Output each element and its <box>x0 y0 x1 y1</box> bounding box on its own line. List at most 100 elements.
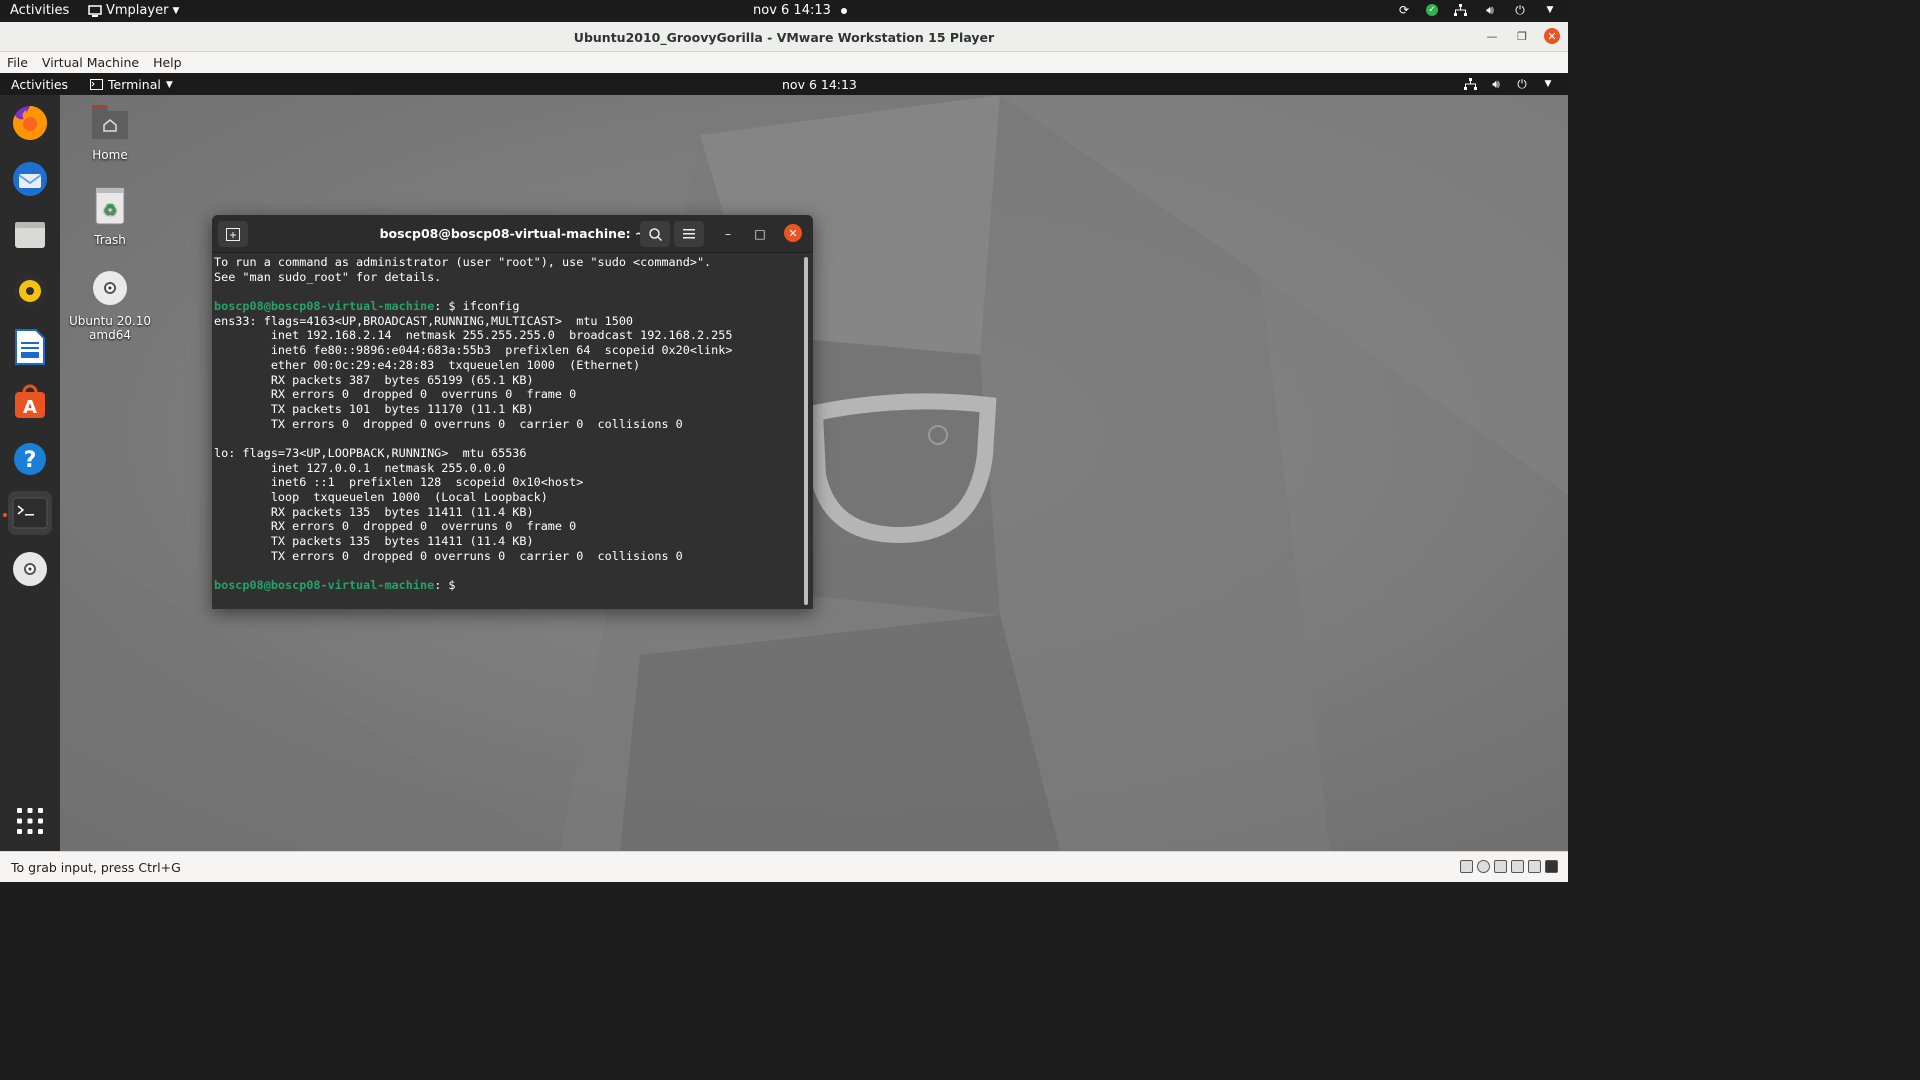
guest-app-menu[interactable]: Terminal ▼ <box>90 77 173 92</box>
maximize-button[interactable]: □ <box>751 225 769 243</box>
vmware-menu-bar: File Virtual Machine Help <box>0 52 1568 73</box>
svg-text:A: A <box>23 397 37 418</box>
dock-terminal[interactable] <box>8 491 52 535</box>
show-applications-button[interactable] <box>8 799 52 843</box>
desktop-icon-label: Home <box>92 148 128 162</box>
update-icon[interactable]: ⟳ <box>1396 2 1412 18</box>
chevron-down-icon[interactable]: ▼ <box>1542 2 1558 18</box>
search-button[interactable] <box>640 221 670 247</box>
menu-file[interactable]: File <box>7 55 28 70</box>
terminal-output-line: TX packets 135 bytes 11411 (11.4 KB) <box>214 534 534 549</box>
terminal-output-line: ether 00:0c:29:e4:28:83 txqueuelen 1000 … <box>214 357 641 372</box>
network-icon[interactable] <box>1452 2 1468 18</box>
power-icon[interactable]: ⏻ <box>1512 2 1528 18</box>
terminal-output-line: To run a command as administrator (user … <box>214 255 712 269</box>
network-adapter-icon[interactable] <box>1494 860 1507 873</box>
terminal-output-line: RX packets 387 bytes 65199 (65.1 KB) <box>214 372 534 387</box>
menu-virtual-machine[interactable]: Virtual Machine <box>42 55 139 70</box>
host-clock[interactable]: nov 6 14:13 <box>753 3 847 18</box>
network-icon[interactable] <box>1462 76 1478 92</box>
prompt-path: : $ <box>434 578 463 593</box>
dock-files[interactable] <box>8 213 52 257</box>
host-app-menu-label: Vmplayer <box>106 3 169 18</box>
prompt-user: boscp08@boscp08-virtual-machine <box>214 578 435 593</box>
hard-disk-icon[interactable] <box>1460 860 1473 873</box>
terminal-scrollbar[interactable] <box>804 257 808 605</box>
search-icon <box>648 227 662 241</box>
help-icon: ? <box>14 443 46 475</box>
dock-libreoffice-writer[interactable] <box>8 325 52 369</box>
device-status-icons <box>1460 860 1558 873</box>
vmware-title-bar: Ubuntu2010_GroovyGorilla - VMware Workst… <box>0 22 1568 52</box>
hamburger-menu-button[interactable] <box>674 221 704 247</box>
terminal-output-line: inet6 fe80::9896:e044:683a:55b3 prefixle… <box>214 343 733 358</box>
terminal-output-line: lo: flags=73<UP,LOOPBACK,RUNNING> mtu 65… <box>214 445 527 460</box>
terminal-header-bar[interactable]: boscp08@boscp08-virtual-machine: ~ – □ ✕ <box>212 215 813 253</box>
terminal-output-line: ens33: flags=4163<UP,BROADCAST,RUNNING,M… <box>214 313 634 328</box>
desktop-icon-home[interactable]: Home <box>65 103 155 162</box>
desktop-icon-ubuntu-disc[interactable]: Ubuntu 20.10 amd64 <box>65 269 155 342</box>
terminal-output-line: loop txqueuelen 1000 (Local Loopback) <box>214 490 548 504</box>
guest-top-bar: Activities Terminal ▼ nov 6 14:13 🔊︎ ⏻ ▼ <box>0 73 1568 95</box>
dock-software-center[interactable]: A <box>8 381 52 425</box>
terminal-prompt-line: boscp08@boscp08-virtual-machine: $ <box>214 578 802 593</box>
minimize-button[interactable]: — <box>1484 28 1500 44</box>
notification-dot-icon <box>840 7 847 14</box>
guest-app-menu-label: Terminal <box>108 77 161 92</box>
dock-thunderbird[interactable] <box>8 157 52 201</box>
show-applications-icon <box>17 808 43 834</box>
terminal-prompt-line: boscp08@boscp08-virtual-machine: $ ifcon… <box>214 299 802 314</box>
sound-card-icon[interactable] <box>1528 860 1541 873</box>
firefox-icon <box>12 106 47 140</box>
check-icon[interactable]: ✓ <box>1426 4 1438 16</box>
close-button[interactable]: ✕ <box>784 224 802 242</box>
running-indicator <box>3 513 7 517</box>
chevron-down-icon[interactable]: ▼ <box>1540 76 1556 92</box>
terminal-output-line: inet6 ::1 prefixlen 128 scopeid 0x10<hos… <box>214 475 584 490</box>
volume-icon[interactable]: 🔊︎ <box>1488 76 1504 92</box>
host-activities-button[interactable]: Activities <box>10 3 69 18</box>
power-icon[interactable]: ⏻ <box>1514 76 1530 92</box>
disc-icon <box>93 271 127 305</box>
dock-help[interactable]: ? <box>8 437 52 481</box>
rhythmbox-icon <box>14 275 46 307</box>
desktop-icon-label: Trash <box>94 233 126 247</box>
host-system-tray[interactable]: ⟳ ✓ 🔊︎ ⏻ ▼ <box>1396 2 1558 18</box>
dock-dvd[interactable] <box>8 547 52 591</box>
close-button[interactable]: ✕ <box>1544 28 1560 44</box>
dock-firefox[interactable] <box>8 101 52 145</box>
restore-button[interactable]: ❐ <box>1514 28 1530 44</box>
minimize-button[interactable]: – <box>719 225 737 243</box>
guest-system-tray[interactable]: 🔊︎ ⏻ ▼ <box>1462 76 1556 92</box>
host-clock-text: nov 6 14:13 <box>753 3 831 18</box>
desktop-icon-trash[interactable]: ♻ Trash <box>65 186 155 247</box>
thunderbird-icon <box>13 162 47 196</box>
display-icon[interactable] <box>1545 860 1558 873</box>
terminal-output-line: TX errors 0 dropped 0 overruns 0 carrier… <box>214 416 683 431</box>
terminal-output[interactable]: To run a command as administrator (user … <box>214 255 802 607</box>
vmware-window-controls: — ❐ ✕ <box>1484 28 1560 44</box>
terminal-output-line: RX packets 135 bytes 11411 (11.4 KB) <box>214 504 534 519</box>
host-app-menu[interactable]: Vmplayer ▼ <box>88 3 179 18</box>
guest-clock[interactable]: nov 6 14:13 <box>782 77 857 92</box>
trash-icon: ♻ <box>95 187 125 225</box>
volume-icon[interactable]: 🔊︎ <box>1482 2 1498 18</box>
dock-rhythmbox[interactable] <box>8 269 52 313</box>
desktop-icon-label: Ubuntu 20.10 amd64 <box>68 314 152 342</box>
terminal-icon <box>12 497 48 529</box>
vmware-status-bar: To grab input, press Ctrl+G <box>0 851 1568 882</box>
software-center-icon: A <box>15 384 45 418</box>
svg-text:♻: ♻ <box>103 200 117 219</box>
cd-drive-icon[interactable] <box>1477 860 1490 873</box>
terminal-output-line: See "man sudo_root" for details. <box>214 269 442 284</box>
menu-help[interactable]: Help <box>153 55 182 70</box>
printer-icon[interactable] <box>1511 860 1524 873</box>
guest-activities-button[interactable]: Activities <box>11 77 68 92</box>
guest-display[interactable]: Activities Terminal ▼ nov 6 14:13 🔊︎ ⏻ ▼ <box>0 73 1568 851</box>
vmware-window-title: Ubuntu2010_GroovyGorilla - VMware Workst… <box>573 30 995 45</box>
terminal-window[interactable]: boscp08@boscp08-virtual-machine: ~ – □ ✕… <box>212 215 813 609</box>
terminal-output-line: inet 127.0.0.1 netmask 255.0.0.0 <box>214 460 506 475</box>
terminal-output-line: RX errors 0 dropped 0 overruns 0 frame 0 <box>214 519 577 534</box>
